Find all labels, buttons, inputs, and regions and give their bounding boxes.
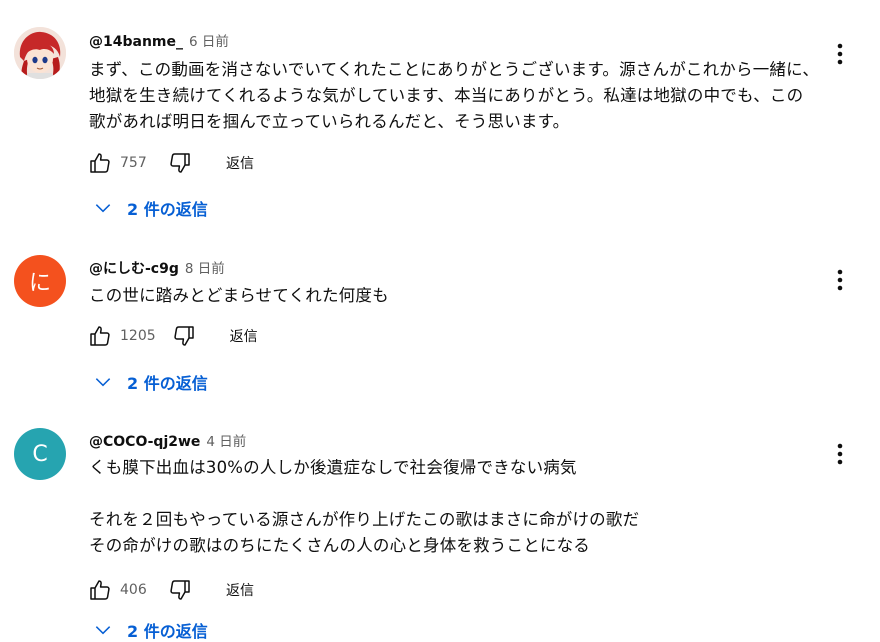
- avatar[interactable]: C: [14, 428, 66, 480]
- dislike-button[interactable]: [166, 576, 194, 604]
- comment-time[interactable]: 8 日前: [185, 257, 225, 277]
- comment-actions: 1205 返信: [86, 322, 258, 350]
- comment-menu-button[interactable]: [828, 440, 852, 468]
- view-replies-button[interactable]: 2 件の返信: [93, 196, 208, 220]
- like-count: 757: [120, 155, 147, 171]
- like-button[interactable]: [86, 149, 114, 177]
- replies-count-label: 2 件の返信: [127, 374, 208, 393]
- view-replies-button[interactable]: 2 件の返信: [93, 370, 208, 394]
- more-vert-icon: [837, 443, 843, 465]
- comment-time[interactable]: 4 日前: [206, 430, 246, 450]
- thumb-up-icon: [90, 153, 110, 173]
- like-button[interactable]: [86, 576, 114, 604]
- dislike-button[interactable]: [166, 149, 194, 177]
- chevron-down-icon: [93, 198, 113, 218]
- comment-header: @14banme_ 6 日前: [89, 30, 229, 50]
- thumb-down-icon: [170, 153, 190, 173]
- avatar[interactable]: [14, 27, 66, 79]
- chevron-down-icon: [93, 620, 113, 640]
- chevron-down-icon: [93, 372, 113, 392]
- like-count: 1205: [120, 328, 156, 344]
- dislike-button[interactable]: [170, 322, 198, 350]
- reply-button[interactable]: 返信: [226, 580, 254, 600]
- avatar[interactable]: に: [14, 255, 66, 307]
- reply-button[interactable]: 返信: [226, 153, 254, 173]
- comment-header: @COCO-qj2we 4 日前: [89, 430, 246, 450]
- author-name[interactable]: @にしむ-c9g: [89, 258, 179, 278]
- comment-actions: 406 返信: [86, 576, 254, 604]
- author-name[interactable]: @COCO-qj2we: [89, 434, 200, 450]
- comment-text: この世に踏みとどまらせてくれた何度も: [89, 286, 389, 305]
- avatar-image: [14, 27, 66, 79]
- avatar-letter: に: [28, 271, 51, 296]
- comment-menu-button[interactable]: [828, 40, 852, 68]
- like-count: 406: [120, 582, 147, 598]
- like-button[interactable]: [86, 322, 114, 350]
- comment-time[interactable]: 6 日前: [189, 30, 229, 50]
- replies-count-label: 2 件の返信: [127, 622, 208, 641]
- comment-actions: 757 返信: [86, 149, 254, 177]
- view-replies-button[interactable]: 2 件の返信: [93, 618, 208, 642]
- thumb-up-icon: [90, 326, 110, 346]
- thumb-down-icon: [170, 580, 190, 600]
- replies-count-label: 2 件の返信: [127, 200, 208, 219]
- avatar-letter: C: [32, 441, 48, 467]
- comment-header: @にしむ-c9g 8 日前: [89, 257, 225, 277]
- comment-text: まず、この動画を消さないでいてくれたことにありがとうございます。源さんがこれから…: [89, 60, 820, 131]
- comment-text: くも膜下出血は30%の人しか後遺症なしで社会復帰できない病気 それを２回もやって…: [89, 458, 640, 555]
- more-vert-icon: [837, 269, 843, 291]
- more-vert-icon: [837, 43, 843, 65]
- reply-button[interactable]: 返信: [230, 326, 258, 346]
- thumb-up-icon: [90, 580, 110, 600]
- thumb-down-icon: [173, 326, 194, 346]
- author-name[interactable]: @14banme_: [89, 34, 183, 50]
- comment-menu-button[interactable]: [828, 266, 852, 294]
